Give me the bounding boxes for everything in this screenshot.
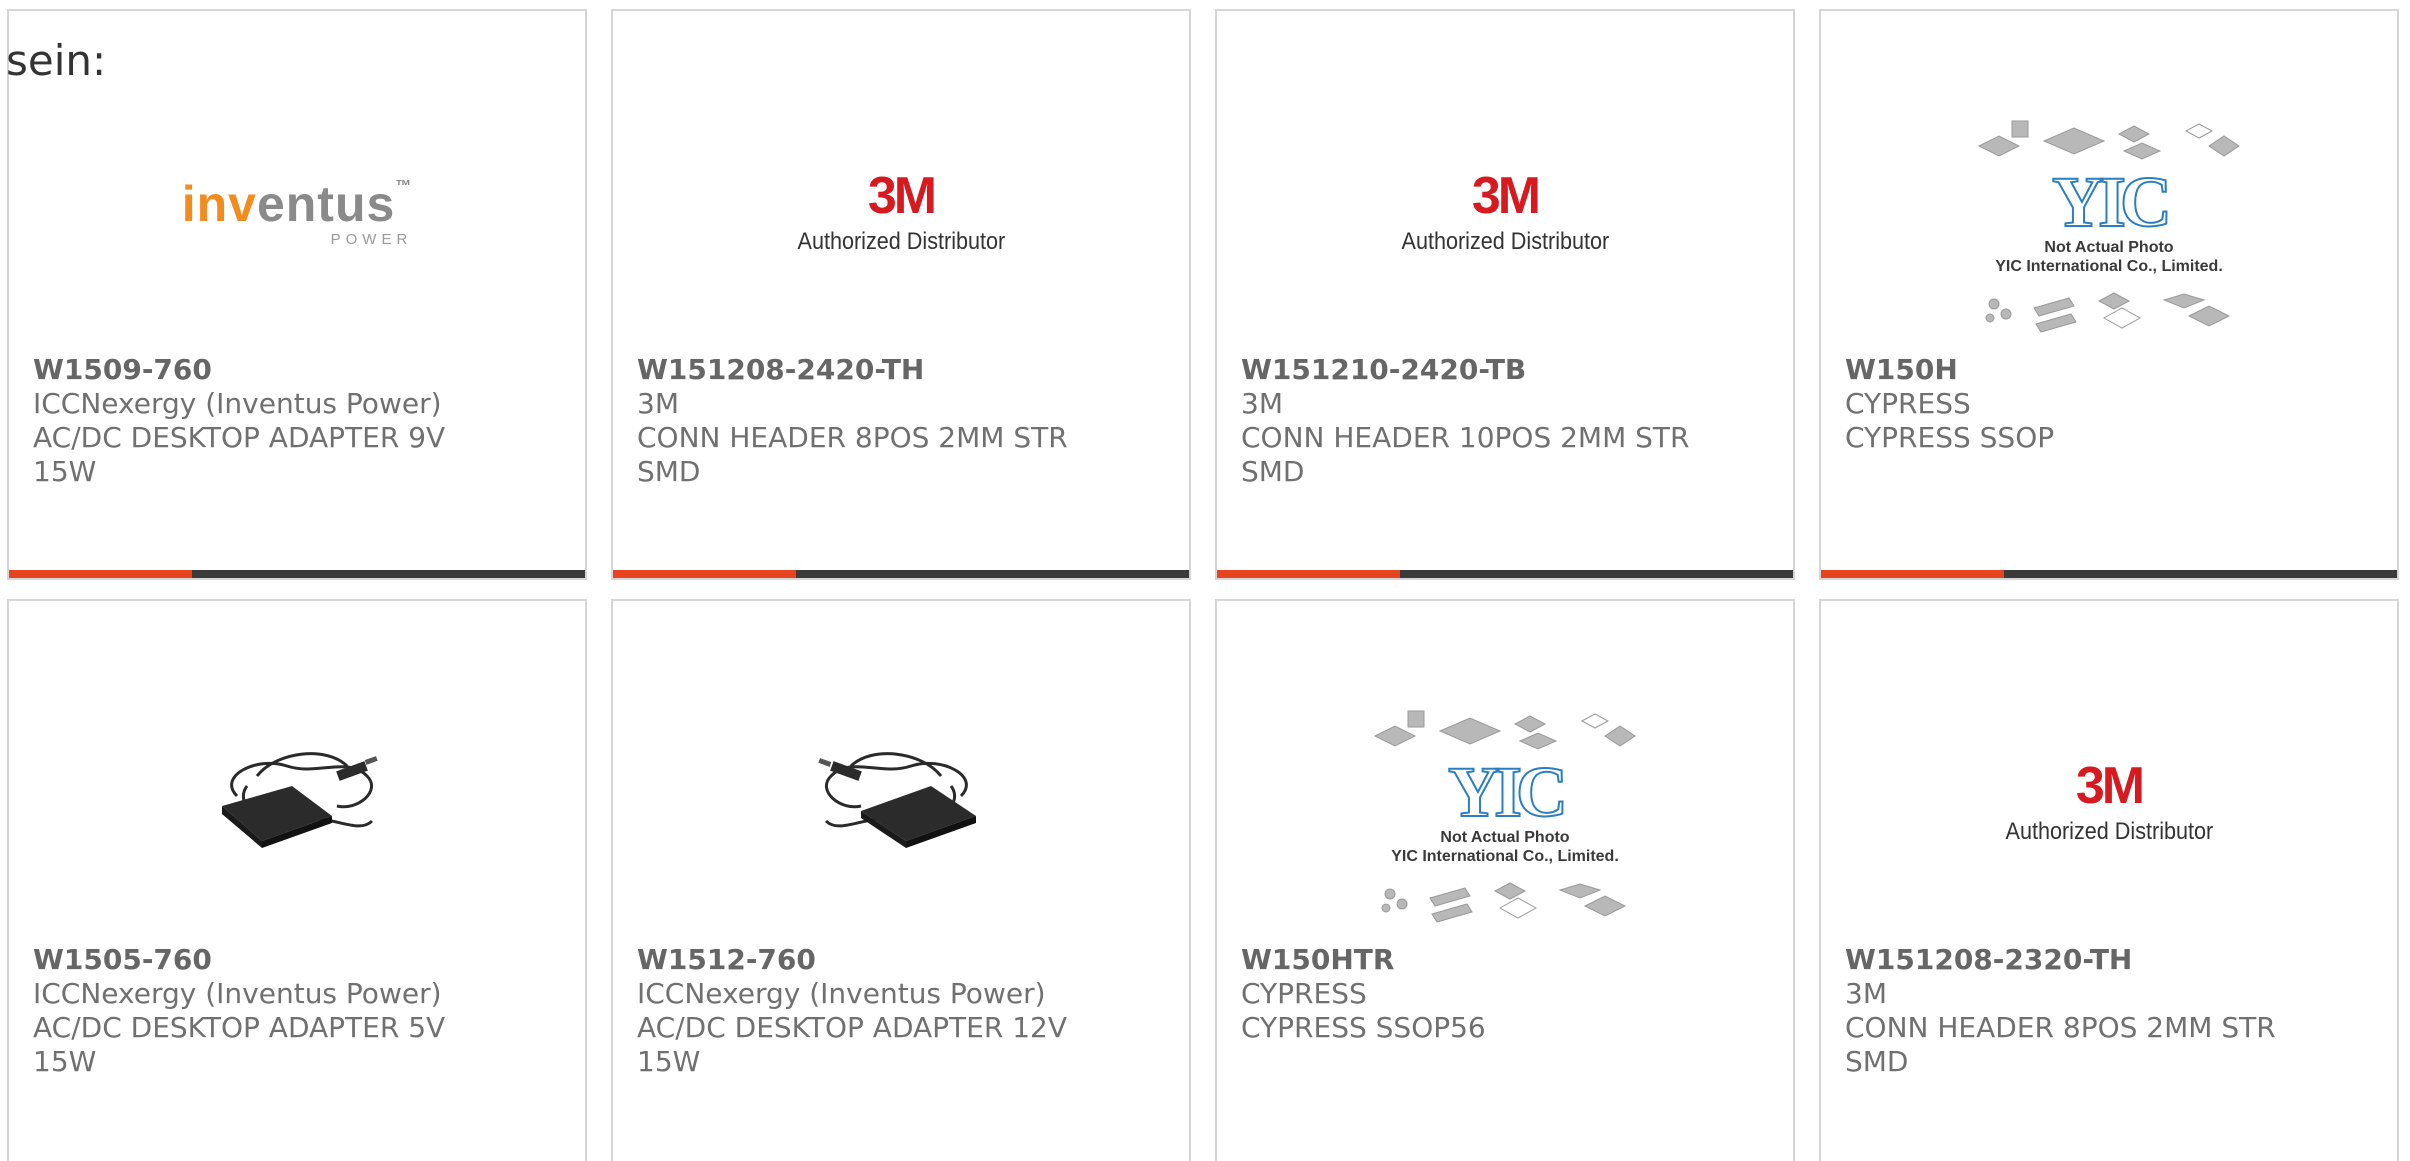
card-bottom-bar bbox=[613, 570, 1189, 578]
card-bottom-bar bbox=[1821, 570, 2397, 578]
part-number[interactable]: W1512-760 bbox=[637, 943, 1169, 977]
part-number[interactable]: W1505-760 bbox=[33, 943, 565, 977]
product-card[interactable]: 3M Authorized Distributor W151208-2420-T… bbox=[611, 9, 1191, 580]
product-image[interactable]: YIC Not Actual Photo YIC International C… bbox=[1821, 101, 2397, 351]
product-image[interactable]: 3M Authorized Distributor bbox=[613, 91, 1189, 341]
part-number[interactable]: W1509-760 bbox=[33, 353, 565, 387]
part-number[interactable]: W150H bbox=[1845, 353, 2377, 387]
manufacturer: 3M bbox=[1241, 387, 1283, 420]
card-bottom-bar bbox=[1217, 570, 1793, 578]
description: CONN HEADER 8POS 2MM STR bbox=[637, 421, 1068, 454]
product-card[interactable]: inventus™ POWER W1509-760 ICCNexergy (In… bbox=[7, 9, 587, 580]
description: CONN HEADER 10POS 2MM STR bbox=[1241, 421, 1690, 454]
manufacturer: CYPRESS bbox=[1241, 977, 1367, 1010]
card-bottom-bar bbox=[9, 570, 585, 578]
description: SMD bbox=[637, 455, 701, 488]
description: 15W bbox=[637, 1045, 701, 1078]
product-image[interactable]: inventus™ POWER bbox=[9, 91, 585, 341]
manufacturer: ICCNexergy (Inventus Power) bbox=[33, 977, 442, 1010]
description: CONN HEADER 8POS 2MM STR bbox=[1845, 1011, 2276, 1044]
product-image[interactable]: 3M Authorized Distributor bbox=[1821, 681, 2397, 931]
manufacturer: ICCNexergy (Inventus Power) bbox=[33, 387, 442, 420]
part-number[interactable]: W150HTR bbox=[1241, 943, 1773, 977]
power-adapter-icon bbox=[222, 752, 378, 848]
description: SMD bbox=[1845, 1045, 1909, 1078]
description: 15W bbox=[33, 1045, 97, 1078]
manufacturer: 3M bbox=[1845, 977, 1887, 1010]
manufacturer: ICCNexergy (Inventus Power) bbox=[637, 977, 1046, 1010]
description: AC/DC DESKTOP ADAPTER 9V bbox=[33, 421, 446, 454]
3m-logo-icon: 3M Authorized Distributor bbox=[797, 167, 1005, 255]
description: AC/DC DESKTOP ADAPTER 12V bbox=[637, 1011, 1067, 1044]
product-image[interactable]: YIC Not Actual Photo YIC International C… bbox=[1217, 691, 1793, 941]
product-card[interactable]: 3M Authorized Distributor W151208-2320-T… bbox=[1819, 599, 2399, 1161]
manufacturer: CYPRESS bbox=[1845, 387, 1971, 420]
description: CYPRESS SSOP56 bbox=[1241, 1011, 1486, 1044]
intro-text: sein: bbox=[6, 36, 107, 85]
part-number[interactable]: W151210-2420-TB bbox=[1241, 353, 1773, 387]
yic-placeholder-icon: YIC Not Actual Photo YIC International C… bbox=[1365, 706, 1645, 926]
product-image[interactable]: 3M Authorized Distributor bbox=[1217, 91, 1793, 341]
product-card[interactable]: 3M Authorized Distributor W151210-2420-T… bbox=[1215, 9, 1795, 580]
description: AC/DC DESKTOP ADAPTER 5V bbox=[33, 1011, 446, 1044]
product-card[interactable]: W1505-760 ICCNexergy (Inventus Power) AC… bbox=[7, 599, 587, 1161]
product-image[interactable] bbox=[613, 681, 1189, 931]
product-card[interactable]: YIC Not Actual Photo YIC International C… bbox=[1819, 9, 2399, 580]
3m-logo-icon: 3M Authorized Distributor bbox=[1401, 167, 1609, 255]
yic-placeholder-icon: YIC Not Actual Photo YIC International C… bbox=[1969, 116, 2249, 336]
description: SMD bbox=[1241, 455, 1305, 488]
product-card[interactable]: YIC Not Actual Photo YIC International C… bbox=[1215, 599, 1795, 1161]
part-number[interactable]: W151208-2420-TH bbox=[637, 353, 1169, 387]
manufacturer: 3M bbox=[637, 387, 679, 420]
inventus-logo-icon: inventus™ POWER bbox=[181, 175, 413, 248]
description: CYPRESS SSOP bbox=[1845, 421, 2055, 454]
3m-logo-icon: 3M Authorized Distributor bbox=[2005, 757, 2213, 845]
product-image[interactable] bbox=[9, 681, 585, 931]
part-number[interactable]: W151208-2320-TH bbox=[1845, 943, 2377, 977]
product-card[interactable]: W1512-760 ICCNexergy (Inventus Power) AC… bbox=[611, 599, 1191, 1161]
power-adapter-icon bbox=[818, 752, 976, 848]
description: 15W bbox=[33, 455, 97, 488]
